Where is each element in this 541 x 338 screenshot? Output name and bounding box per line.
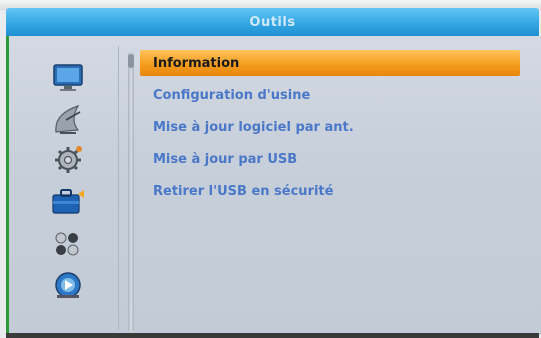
sidebar	[14, 46, 119, 330]
menu-item-ota-update[interactable]: Mise à jour logiciel par ant.	[140, 114, 520, 140]
toolbox-icon[interactable]	[48, 184, 88, 218]
games-icon[interactable]	[48, 226, 88, 260]
menu-item-factory-config[interactable]: Configuration d'usine	[140, 82, 520, 108]
page-title: Outils	[249, 14, 296, 30]
menu-item-label: Configuration d'usine	[153, 87, 311, 103]
menu-item-label: Information	[153, 55, 240, 71]
title-bar: Outils	[6, 8, 539, 36]
menu-item-label: Mise à jour par USB	[153, 151, 298, 167]
satellite-dish-icon[interactable]	[48, 102, 88, 136]
scrollbar-track[interactable]	[128, 52, 134, 332]
menu-item-safe-usb-remove[interactable]: Retirer l'USB en sécurité	[140, 178, 520, 204]
screen-bottom-frame	[6, 333, 539, 338]
media-player-icon[interactable]	[48, 268, 88, 302]
menu-item-label: Retirer l'USB en sécurité	[153, 183, 334, 199]
settings-gear-icon[interactable]	[48, 142, 88, 176]
tv-monitor-icon[interactable]	[48, 60, 88, 94]
scrollbar-thumb[interactable]	[128, 54, 134, 68]
menu-item-label: Mise à jour logiciel par ant.	[153, 119, 354, 135]
menu-item-usb-update[interactable]: Mise à jour par USB	[140, 146, 520, 172]
tv-screen: Outils Information Configuration d'usine…	[0, 0, 541, 338]
menu-item-information[interactable]: Information	[140, 50, 520, 76]
